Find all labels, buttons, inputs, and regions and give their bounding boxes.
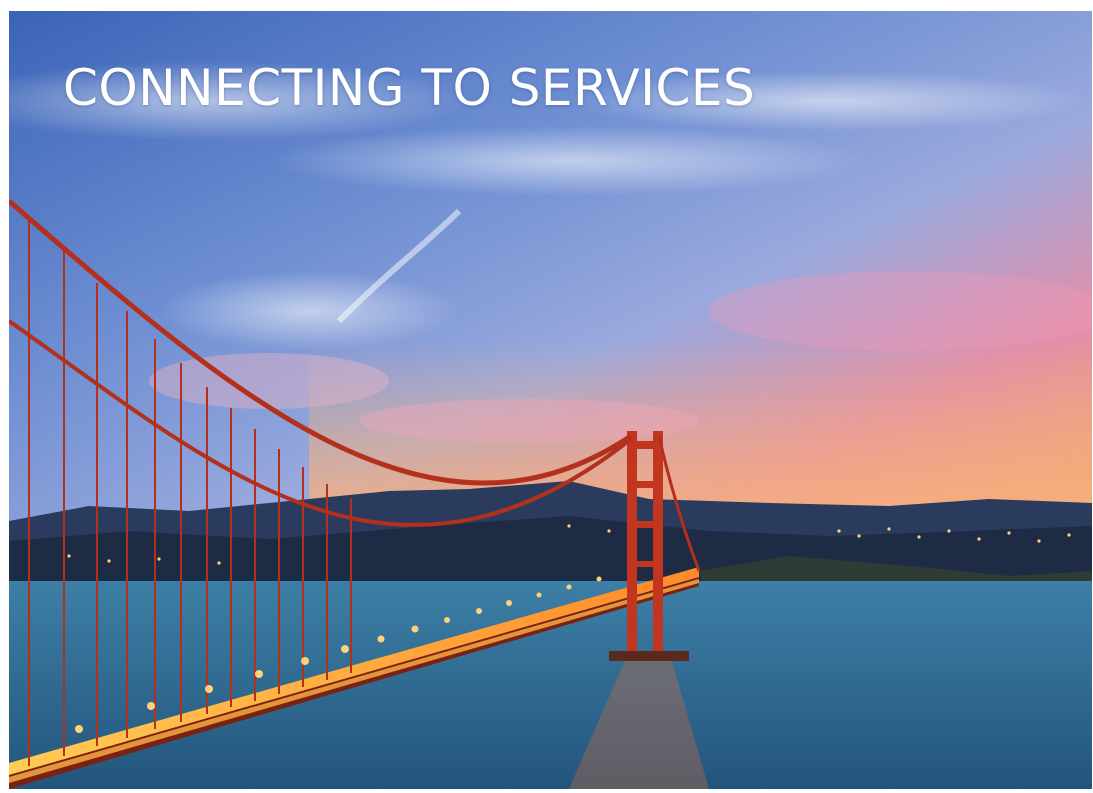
hero-banner: CONNECTING TO SERVICES [9,11,1092,789]
golden-gate-bridge-photo [9,11,1092,789]
page-title: CONNECTING TO SERVICES [63,59,756,117]
